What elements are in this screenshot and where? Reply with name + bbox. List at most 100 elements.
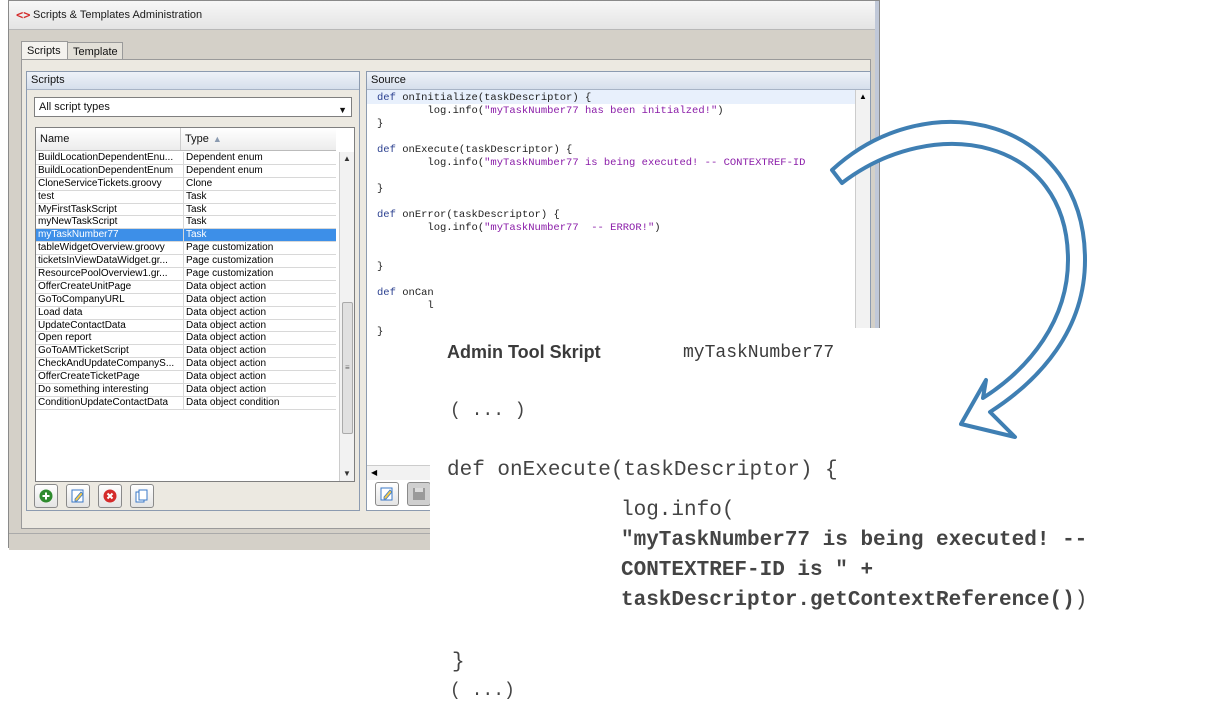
script-type-cell: Data object action (183, 332, 336, 346)
script-type-select[interactable]: All script types ▼ (34, 97, 352, 117)
table-row[interactable]: GoToCompanyURL Data object action (36, 293, 336, 307)
save-source-button[interactable] (407, 482, 431, 506)
app-logo-icon: <> (16, 8, 31, 22)
table-row[interactable]: BuildLocationDependentEnum Dependent enum (36, 164, 336, 178)
script-type-cell: Data object action (183, 358, 336, 372)
script-name-cell: myNewTaskScript (38, 216, 118, 228)
scrollbar-thumb[interactable]: ≡ (342, 302, 353, 434)
card-def-line: def onExecute(taskDescriptor) { (447, 459, 838, 482)
table-row[interactable]: UpdateContactData Data object action (36, 319, 336, 333)
table-row[interactable]: Open report Data object action (36, 332, 336, 346)
code-text: } (377, 183, 384, 195)
scripts-panel: Scripts All script types ▼ Name Type ▲ Bu… (26, 71, 360, 511)
edit-icon (380, 487, 393, 501)
add-script-button[interactable] (34, 484, 58, 508)
title-bar: <> Scripts & Templates Administration (9, 1, 879, 30)
tab-template[interactable]: Template (67, 42, 123, 60)
table-row[interactable]: ConditionUpdateContactData Data object co… (36, 396, 336, 410)
tab-scripts[interactable]: Scripts (21, 41, 68, 61)
code-text: } (377, 118, 384, 130)
scroll-down-icon[interactable]: ▼ (340, 467, 354, 481)
card-close-brace: } (452, 651, 465, 674)
table-row[interactable]: myTaskNumber77 Task (36, 229, 336, 243)
script-type-cell: Data object action (183, 371, 336, 385)
script-type-cell: Data object action (183, 319, 336, 333)
script-name-cell: OfferCreateUnitPage (38, 280, 132, 292)
code-text: onExecute(taskDescriptor) { (402, 144, 573, 156)
column-header-type[interactable]: Type ▲ (181, 128, 335, 150)
delete-script-button[interactable] (98, 484, 122, 508)
script-type-select-value: All script types (39, 101, 110, 113)
table-row[interactable]: MyFirstTaskScript Task (36, 203, 336, 217)
card-ellipsis-top: ( ... ) (450, 401, 526, 421)
code-line: } (377, 261, 383, 274)
table-row[interactable]: OfferCreateTicketPage Data object action (36, 371, 336, 385)
scripts-panel-header: Scripts (27, 72, 359, 90)
table-row[interactable]: tableWidgetOverview.groovy Page customiza… (36, 242, 336, 256)
code-text: log.info( (377, 157, 485, 169)
code-string: "myTaskNumber77 has been initialzed!" (484, 105, 718, 117)
table-row[interactable]: OfferCreateUnitPage Data object action (36, 280, 336, 294)
column-header-name[interactable]: Name (36, 128, 181, 150)
sort-ascending-icon: ▲ (212, 134, 222, 144)
card-string-line-1: "myTaskNumber77 is being executed! -- (621, 529, 1088, 552)
script-type-cell: Dependent enum (183, 164, 336, 178)
script-name-cell: GoToAMTicketScript (38, 345, 129, 357)
scroll-up-icon[interactable]: ▲ (859, 92, 867, 101)
script-name-cell: Open report (38, 332, 92, 344)
table-row[interactable]: GoToAMTicketScript Data object action (36, 345, 336, 359)
scroll-up-icon[interactable]: ▲ (340, 152, 354, 166)
table-row[interactable]: ticketsInViewDataWidget.gr... Page custom… (36, 255, 336, 269)
script-type-cell: Task (183, 216, 336, 230)
script-type-cell: Data object action (183, 384, 336, 397)
card-call-close: ) (1074, 589, 1088, 612)
script-type-cell: Task (183, 229, 336, 243)
script-name-cell: BuildLocationDependentEnum (38, 164, 174, 176)
table-row[interactable]: CheckAndUpdateCompanyS... Data object act… (36, 358, 336, 372)
script-name-cell: Load data (38, 306, 83, 318)
script-name-cell: myTaskNumber77 (38, 229, 119, 241)
code-string: "myTaskNumber77 is being executed! -- CO… (484, 157, 806, 169)
code-text: log.info( (377, 222, 485, 234)
scroll-left-icon[interactable]: ◀ (371, 468, 377, 477)
table-row[interactable]: test Task (36, 190, 336, 204)
script-name-cell: Do something interesting (38, 384, 149, 396)
code-text: onInitialize(taskDescriptor) { (402, 92, 592, 104)
copy-script-button[interactable] (130, 484, 154, 508)
table-row[interactable]: ResourcePoolOverview1.gr... Page customiz… (36, 268, 336, 281)
edit-source-button[interactable] (375, 482, 399, 506)
script-type-cell: Task (183, 190, 336, 204)
column-header-name-label: Name (40, 133, 70, 145)
script-type-cell: Page customization (183, 255, 336, 269)
table-row[interactable]: BuildLocationDependentEnu... Dependent en… (36, 152, 336, 165)
card-call-line: taskDescriptor.getContextReference() (621, 589, 1075, 612)
table-row[interactable]: myNewTaskScript Task (36, 216, 336, 230)
code-keyword: def (377, 92, 403, 104)
code-keyword: def (377, 209, 403, 221)
card-log-line: log.info( (621, 499, 735, 522)
table-row[interactable]: Load data Data object action (36, 306, 336, 320)
script-type-cell: Data object action (183, 293, 336, 307)
code-keyword: def (377, 287, 403, 299)
chevron-down-icon[interactable]: ▼ (338, 101, 347, 119)
code-text: } (377, 261, 384, 273)
script-name-cell: ResourcePoolOverview1.gr... (38, 268, 168, 280)
script-name-cell: GoToCompanyURL (38, 293, 125, 305)
script-name-cell: ticketsInViewDataWidget.gr... (38, 255, 168, 267)
code-string: "myTaskNumber77 -- ERROR!" (484, 222, 655, 234)
table-row[interactable]: CloneServiceTickets.groovy Clone (36, 177, 336, 191)
edit-script-button[interactable] (66, 484, 90, 508)
script-type-cell: Data object action (183, 280, 336, 294)
zoomed-code-card: Admin Tool Skript myTaskNumber77 ( ... )… (430, 328, 1215, 709)
card-title: Admin Tool Skript (447, 342, 601, 362)
script-type-cell: Clone (183, 177, 336, 191)
save-icon (413, 488, 425, 500)
card-string-line-2: CONTEXTREF-ID is " + (621, 559, 874, 582)
table-row[interactable]: Do something interesting Data object acti… (36, 384, 336, 397)
script-name-cell: OfferCreateTicketPage (38, 371, 140, 383)
card-ellipsis-bottom: ( ...) (450, 681, 515, 701)
scripts-table-scrollbar[interactable]: ▲ ≡ ▼ (339, 152, 354, 481)
code-line: } (377, 326, 383, 339)
code-text: } (377, 326, 384, 338)
script-type-cell: Task (183, 203, 336, 217)
